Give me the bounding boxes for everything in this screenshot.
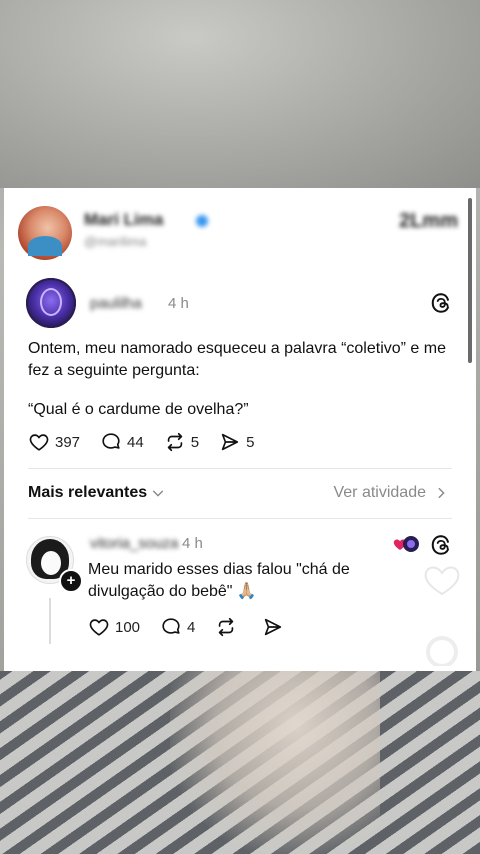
view-activity-label: Ver atividade [333, 484, 426, 501]
chevron-right-icon [438, 487, 445, 499]
share-count: 5 [246, 433, 255, 451]
threads-logo-icon[interactable] [430, 534, 452, 556]
sort-label: Mais relevantes [28, 484, 148, 501]
divider [28, 468, 452, 469]
reply-like-count: 100 [115, 618, 141, 636]
post-author-username[interactable]: paulilha [90, 295, 142, 312]
comment-bubble-icon [162, 618, 180, 634]
reply-actions: 100 4 [88, 616, 309, 638]
background-bottom [0, 671, 480, 854]
heart-icon [89, 619, 109, 636]
post-quote: “Qual é o cardume de ovelha?” [28, 401, 249, 418]
send-icon [221, 433, 239, 451]
like-button[interactable]: 397 [28, 431, 80, 453]
background-glow [170, 671, 380, 854]
repost-count: 5 [190, 433, 200, 451]
comment-button[interactable]: 44 [100, 431, 144, 453]
scrollbar[interactable] [468, 198, 472, 363]
verified-badge-icon [196, 215, 208, 227]
divider [28, 518, 452, 519]
comment-count: 44 [127, 433, 144, 451]
share-button[interactable]: 5 [219, 431, 254, 453]
reply-comment-button[interactable]: 4 [160, 616, 195, 638]
post-text: Ontem, meu namorado esqueceu a palavra “… [28, 340, 446, 379]
reply-comment-count: 4 [187, 618, 196, 636]
threads-logo-icon[interactable] [430, 292, 452, 314]
heart-icon [29, 434, 49, 451]
reply-share-button[interactable] [262, 616, 289, 638]
chevron-down-icon [153, 490, 164, 497]
reply-text: Meu marido esses dias falou "chá de divu… [88, 561, 350, 600]
view-activity-link[interactable]: Ver atividade [333, 484, 448, 502]
reply-repost-button[interactable] [215, 616, 242, 638]
comment-bubble-icon [102, 433, 120, 449]
profile-name[interactable]: Mari Lima [84, 210, 163, 230]
reply-like-button[interactable]: 100 [88, 616, 140, 638]
avatar-face [41, 551, 61, 575]
repost-button[interactable]: 5 [164, 431, 199, 453]
profile-avatar[interactable] [18, 206, 72, 260]
profile-handle: @marilima [84, 234, 147, 249]
repost-icon [167, 432, 182, 452]
thread-line [49, 598, 51, 644]
reply-author-username[interactable]: vitoria_souza [90, 535, 178, 552]
reply-time: 4 h [182, 535, 203, 552]
profile-stat: 2Lmm [399, 210, 458, 232]
overlay-heart-icon [424, 566, 460, 666]
sort-dropdown[interactable]: Mais relevantes [28, 484, 165, 502]
author-liked-badge-icon [393, 536, 419, 552]
like-count: 397 [55, 433, 81, 451]
send-icon [265, 618, 282, 636]
post-author-avatar[interactable] [26, 278, 76, 328]
post-actions: 397 44 5 5 [28, 431, 274, 453]
repost-icon [219, 617, 234, 637]
post-time: 4 h [168, 295, 189, 312]
post-screenshot-card: Mari Lima @marilima 2Lmm paulilha 4 h On… [4, 188, 476, 671]
follow-plus-icon[interactable]: + [59, 569, 83, 593]
background-top [0, 0, 480, 188]
